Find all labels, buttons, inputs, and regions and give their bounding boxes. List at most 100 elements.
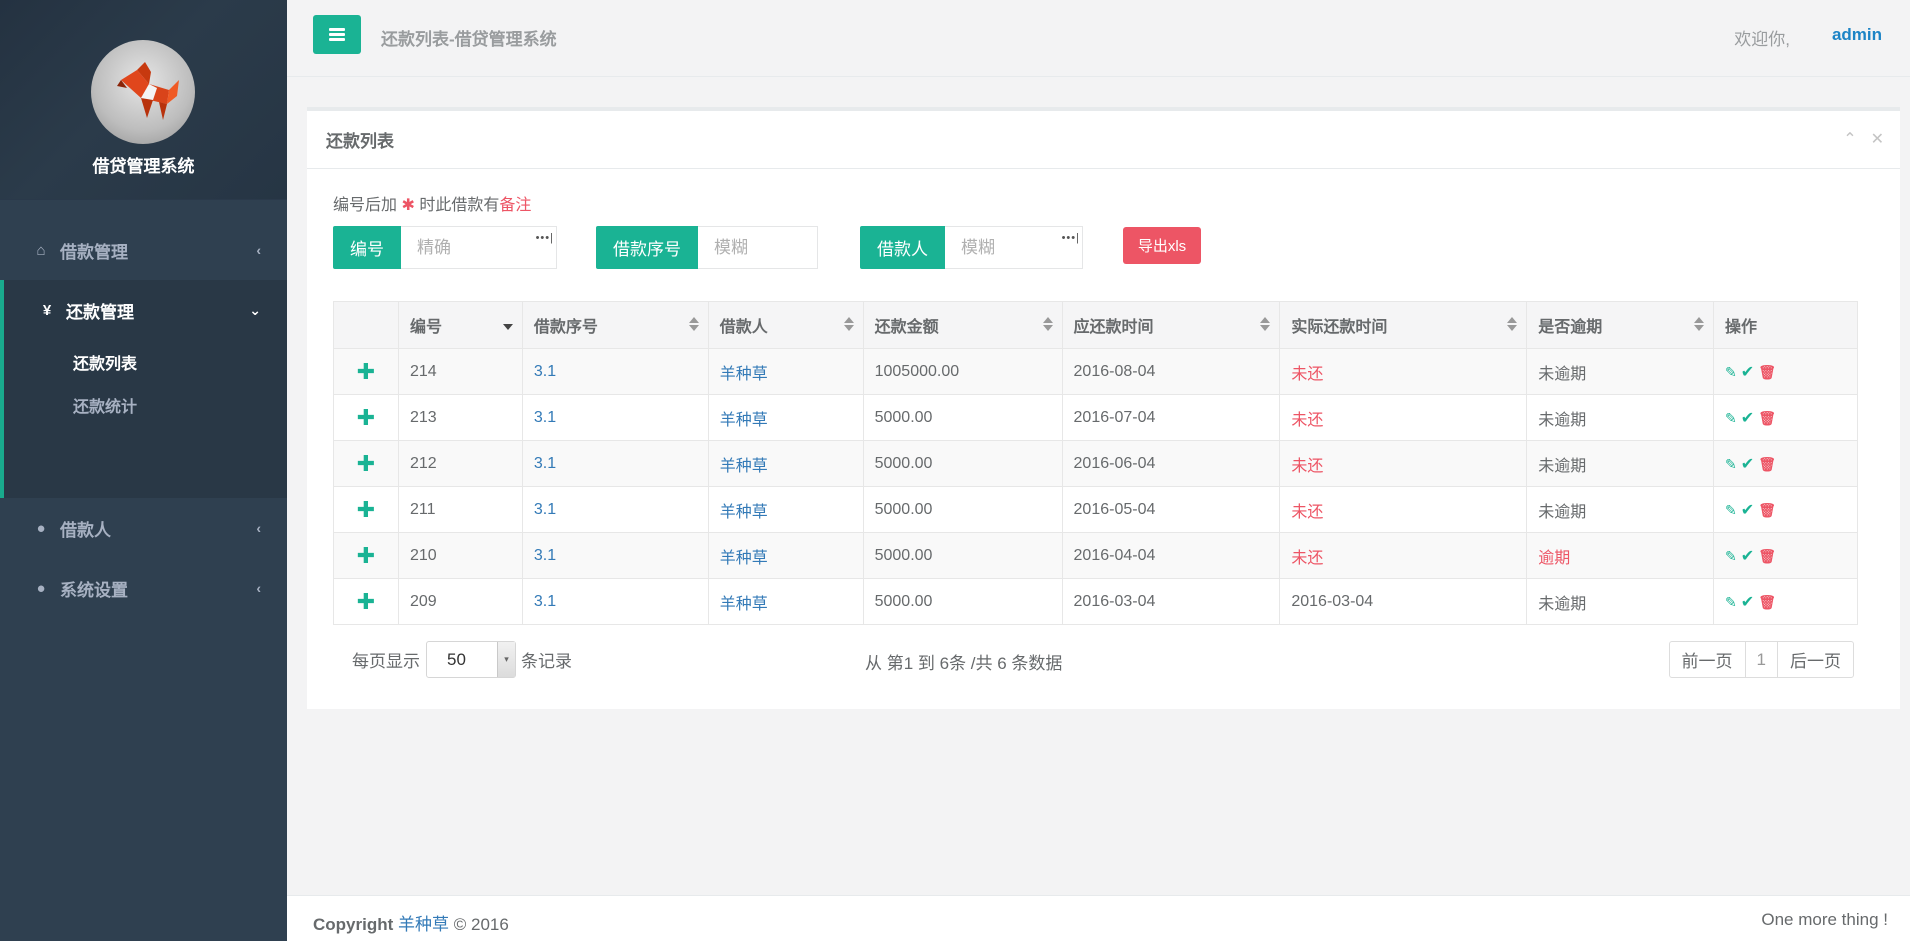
header-loan-seq[interactable]: 借款序号 [521, 301, 709, 349]
sidebar-item-repayment-management[interactable]: ¥ 还款管理 ⌄ [4, 280, 287, 340]
trash-icon[interactable]: 🗑 [1758, 502, 1776, 519]
sidebar-item-loan-management[interactable]: ⌂ 借款管理 ‹ [0, 220, 287, 280]
origami-dog-icon [117, 62, 179, 120]
check-icon[interactable]: ✔ [1741, 362, 1754, 382]
loan-seq-search-input[interactable] [698, 227, 817, 268]
check-icon[interactable]: ✔ [1741, 408, 1754, 428]
cell-loan-seq-link[interactable]: 3.1 [521, 486, 709, 533]
cell-id: 210 [397, 532, 523, 579]
cell-paid-date: 未还 [1279, 348, 1528, 395]
sidebar-header: 借贷管理系统 [0, 0, 287, 200]
cell-borrower-link[interactable]: 羊种草 [707, 486, 864, 533]
cell-loan-seq-link[interactable]: 3.1 [521, 578, 709, 625]
check-icon[interactable]: ✔ [1741, 454, 1754, 474]
expand-row-icon[interactable]: ✚ [333, 440, 399, 487]
check-icon[interactable]: ✔ [1741, 546, 1754, 566]
menu-toggle-button[interactable] [313, 15, 361, 54]
chevron-down-icon: ⌄ [249, 302, 261, 318]
per-page-suffix: 条记录 [521, 652, 572, 671]
expand-row-icon[interactable]: ✚ [333, 578, 399, 625]
user-icon: ● [36, 519, 46, 537]
edit-icon[interactable]: ✎ [1725, 548, 1737, 565]
edit-icon[interactable]: ✎ [1725, 410, 1737, 427]
check-icon[interactable]: ✔ [1741, 500, 1754, 520]
check-icon[interactable]: ✔ [1741, 592, 1754, 612]
prev-page-button[interactable]: 前一页 [1670, 642, 1745, 677]
header-overdue[interactable]: 是否逾期 [1526, 301, 1715, 349]
export-xls-button[interactable]: 导出xls [1123, 227, 1201, 264]
sidebar-subitem-repayment-list[interactable]: 还款列表 [4, 340, 287, 383]
table-row: ✚ 211 3.1 羊种草 5000.00 2016-05-04 未还 未逾期 … [333, 486, 1858, 533]
cell-loan-seq-link[interactable]: 3.1 [521, 532, 709, 579]
expand-row-icon[interactable]: ✚ [333, 532, 399, 579]
trash-icon[interactable]: 🗑 [1758, 364, 1776, 381]
header-label: 借款人 [719, 319, 768, 336]
cell-borrower-link[interactable]: 羊种草 [707, 348, 864, 395]
note-remark-text: 备注 [499, 197, 532, 214]
page-size-value: 50 [447, 649, 466, 669]
next-page-button[interactable]: 后一页 [1778, 642, 1853, 677]
cell-amount: 5000.00 [862, 532, 1063, 579]
expand-row-icon[interactable]: ✚ [333, 486, 399, 533]
cell-paid-date: 未还 [1279, 486, 1528, 533]
filter-id: 编号 •••| [333, 226, 557, 269]
sort-icon [1507, 317, 1518, 333]
page-number-button[interactable]: 1 [1744, 642, 1778, 677]
cell-due-date: 2016-05-04 [1061, 486, 1281, 533]
header-borrower[interactable]: 借款人 [707, 301, 864, 349]
edit-icon[interactable]: ✎ [1725, 502, 1737, 519]
password-manager-icon[interactable]: •••| [1062, 232, 1080, 244]
collapse-icon[interactable]: ⌃ [1843, 129, 1856, 149]
header-paid-date[interactable]: 实际还款时间 [1279, 301, 1528, 349]
page-size-select[interactable]: 50 ▾ [426, 641, 516, 678]
cell-due-date: 2016-07-04 [1061, 394, 1281, 441]
author-link[interactable]: 羊种草 [398, 915, 449, 934]
asterisk-icon: ✱ [401, 197, 415, 214]
expand-row-icon[interactable]: ✚ [333, 394, 399, 441]
sidebar-item-borrower[interactable]: ● 借款人 ‹ [0, 498, 287, 558]
avatar[interactable] [91, 40, 195, 144]
cell-borrower-link[interactable]: 羊种草 [707, 532, 864, 579]
cell-due-date: 2016-08-04 [1061, 348, 1281, 395]
chevron-left-icon: ‹ [256, 242, 261, 258]
header-due-date[interactable]: 应还款时间 [1061, 301, 1281, 349]
cell-id: 214 [397, 348, 523, 395]
trash-icon[interactable]: 🗑 [1758, 456, 1776, 473]
cell-borrower-link[interactable]: 羊种草 [707, 440, 864, 487]
sort-icon [688, 317, 699, 333]
cell-borrower-link[interactable]: 羊种草 [707, 578, 864, 625]
password-manager-icon[interactable]: •••| [536, 232, 554, 244]
cell-overdue: 未逾期 [1526, 440, 1715, 487]
pagination: 前一页 1 后一页 [1668, 641, 1854, 678]
sidebar-subitem-repayment-stats[interactable]: 还款统计 [4, 383, 287, 426]
edit-icon[interactable]: ✎ [1725, 456, 1737, 473]
edit-icon[interactable]: ✎ [1725, 364, 1737, 381]
sidebar-item-system-settings[interactable]: ● 系统设置 ‹ [0, 558, 287, 618]
cell-loan-seq-link[interactable]: 3.1 [521, 440, 709, 487]
cell-loan-seq-link[interactable]: 3.1 [521, 348, 709, 395]
cell-loan-seq-link[interactable]: 3.1 [521, 394, 709, 441]
trash-icon[interactable]: 🗑 [1758, 548, 1776, 565]
edit-icon[interactable]: ✎ [1725, 594, 1737, 611]
header-actions: 操作 [1713, 301, 1858, 349]
cell-overdue: 逾期 [1526, 532, 1715, 579]
current-user-link[interactable]: admin [1832, 25, 1882, 45]
header-id[interactable]: 编号 [397, 301, 523, 349]
table-row: ✚ 214 3.1 羊种草 1005000.00 2016-08-04 未还 未… [333, 348, 1858, 395]
table-row: ✚ 210 3.1 羊种草 5000.00 2016-04-04 未还 逾期 ✎… [333, 532, 1858, 579]
sort-icon [1260, 317, 1271, 333]
cell-actions: ✎ ✔ 🗑 [1713, 532, 1858, 579]
trash-icon[interactable]: 🗑 [1758, 594, 1776, 611]
table-row: ✚ 209 3.1 羊种草 5000.00 2016-03-04 2016-03… [333, 578, 1858, 625]
expand-row-icon[interactable]: ✚ [333, 348, 399, 395]
cell-borrower-link[interactable]: 羊种草 [707, 394, 864, 441]
close-icon[interactable]: ✕ [1871, 129, 1884, 149]
table-header-row: 编号 借款序号 借款人 还款金额 应还款时间 实际还款时间 是否逾期 操作 [333, 301, 1858, 349]
header-amount[interactable]: 还款金额 [862, 301, 1063, 349]
filter-borrower-field: •••| [945, 226, 1083, 269]
id-search-input[interactable] [401, 227, 556, 268]
header-label: 编号 [409, 319, 442, 336]
trash-icon[interactable]: 🗑 [1758, 410, 1776, 427]
copyright: Copyright 羊种草 © 2016 [313, 910, 509, 935]
cell-paid-date: 未还 [1279, 532, 1528, 579]
